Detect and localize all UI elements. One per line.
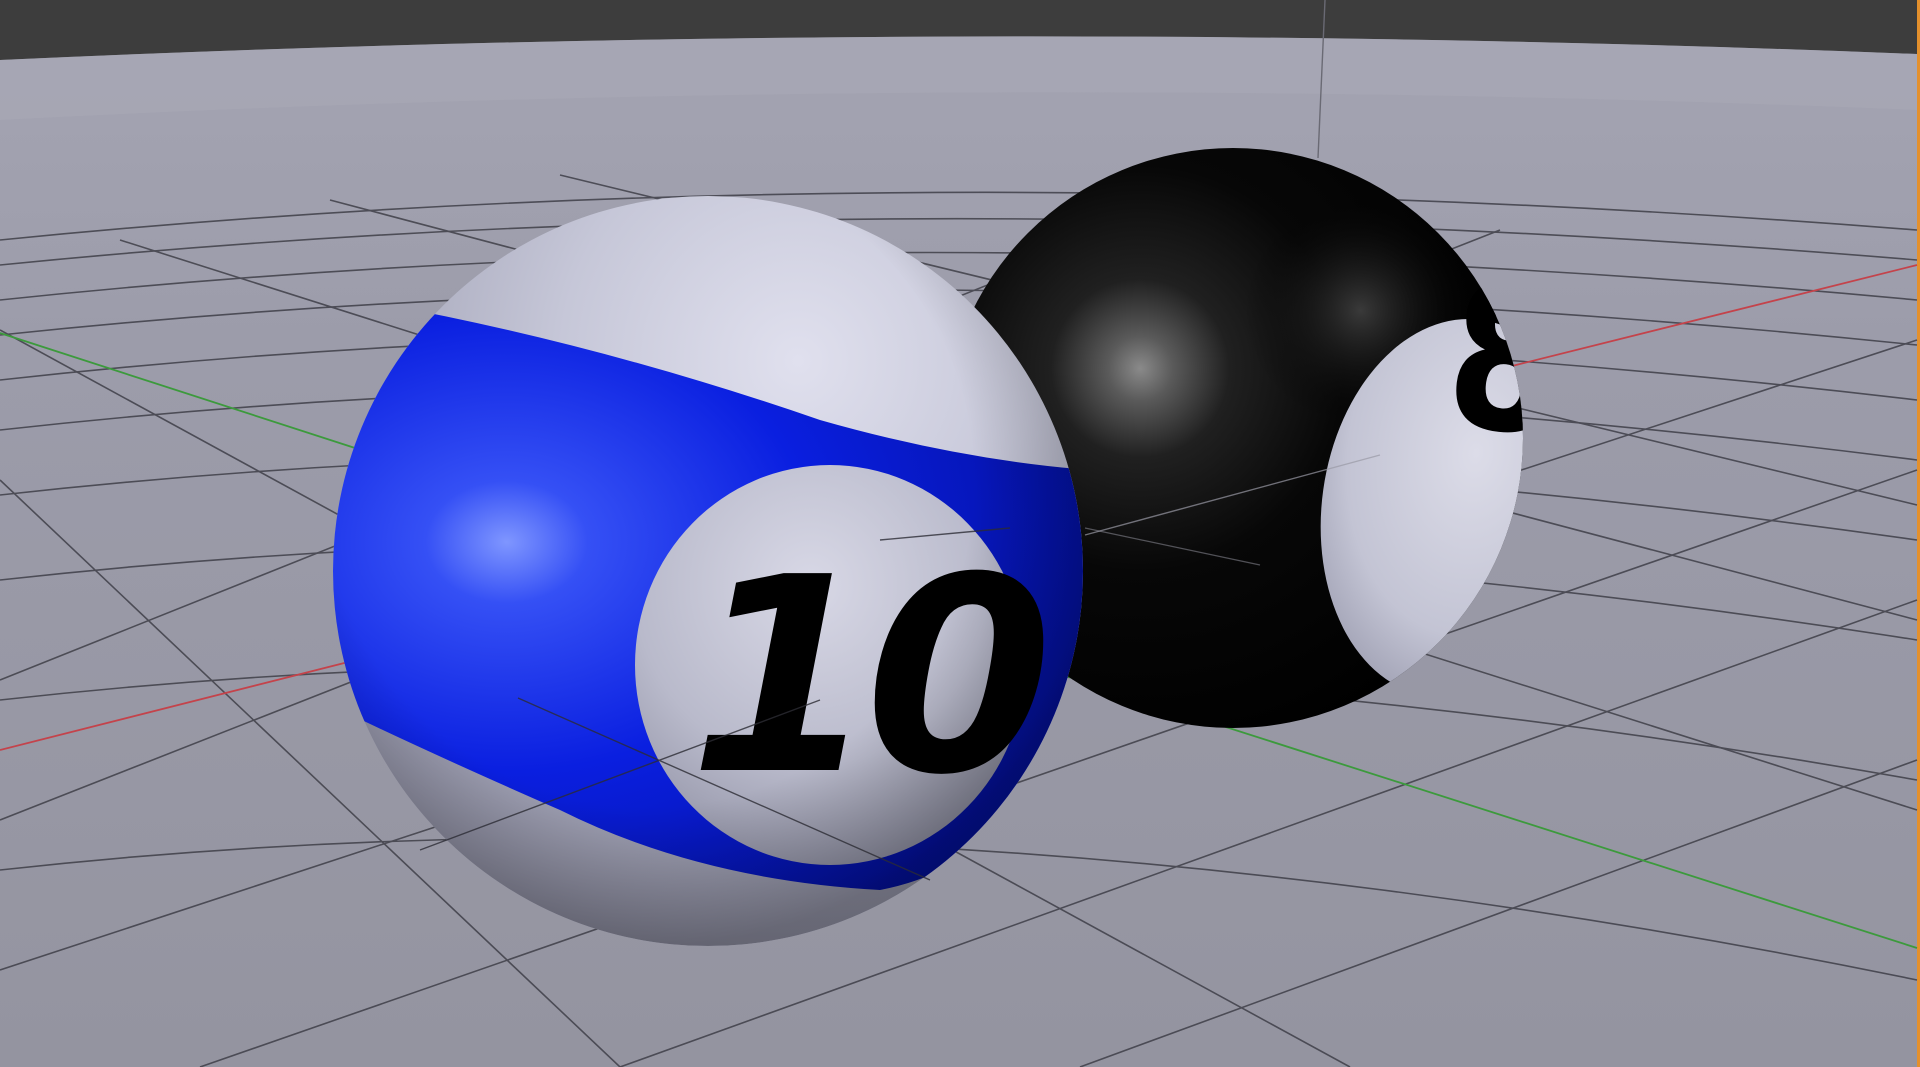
viewport-canvas[interactable]: 8 10 [0,0,1920,1067]
3d-viewport[interactable]: 8 10 [0,0,1920,1067]
